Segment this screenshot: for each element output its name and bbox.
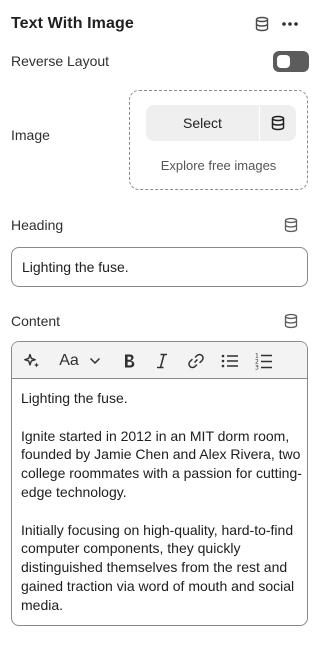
reverse-layout-toggle[interactable]: [273, 51, 309, 72]
sparkle-icon[interactable]: [22, 351, 42, 371]
database-icon[interactable]: [283, 313, 299, 329]
numbered-list-icon[interactable]: 1 2 3: [255, 351, 273, 371]
image-picker: Select Explore free images: [129, 90, 308, 190]
heading-label: Heading: [11, 217, 64, 233]
reverse-layout-label: Reverse Layout: [11, 53, 110, 69]
content-paragraph: Ignite started in 2012 in an MIT dorm ro…: [21, 427, 302, 500]
chevron-down-icon[interactable]: [88, 351, 102, 371]
explore-free-images-link[interactable]: Explore free images: [130, 158, 307, 173]
database-icon[interactable]: [283, 217, 299, 233]
content-paragraph: Initially focusing on high-quality, hard…: [21, 521, 295, 613]
editor-toolbar: Aa 1 2 3: [12, 342, 307, 379]
image-dynamic-source-button[interactable]: [260, 105, 296, 141]
toggle-knob: [277, 55, 290, 68]
heading-input[interactable]: Lighting the fuse.: [11, 247, 308, 287]
svg-text:3: 3: [255, 365, 259, 371]
bold-icon[interactable]: [120, 351, 138, 371]
image-label: Image: [11, 127, 50, 143]
content-rich-text-editor: Aa 1 2 3 Lighting the fuse. Ignite start…: [11, 341, 308, 626]
select-button-group: Select: [146, 105, 296, 141]
section-title: Text With Image: [11, 15, 134, 32]
more-horizontal-icon[interactable]: [281, 16, 299, 32]
italic-icon[interactable]: [154, 351, 170, 371]
content-paragraph: Lighting the fuse.: [21, 390, 128, 406]
bullet-list-icon[interactable]: [221, 351, 239, 371]
link-icon[interactable]: [187, 351, 205, 371]
section-header: Text With Image: [11, 14, 307, 36]
content-label: Content: [11, 313, 61, 329]
font-style-button[interactable]: Aa: [58, 351, 80, 371]
database-icon[interactable]: [254, 16, 270, 32]
select-image-button[interactable]: Select: [146, 105, 259, 141]
editor-content-area[interactable]: Lighting the fuse. Ignite started in 201…: [21, 389, 303, 625]
database-icon: [271, 115, 285, 131]
